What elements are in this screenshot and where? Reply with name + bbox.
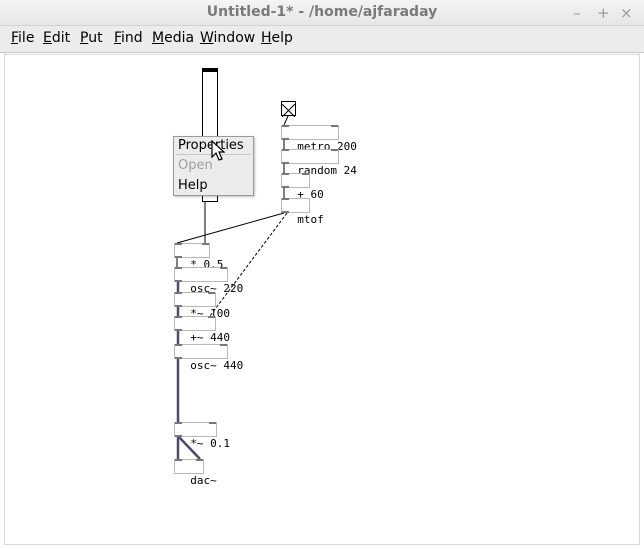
inlet[interactable] [282,198,289,200]
outlet[interactable] [282,211,289,213]
mouse-pointer-icon [211,140,225,161]
signal-multiply-object[interactable]: *~ 100 [174,292,230,320]
signal-inlet[interactable] [175,422,182,424]
signal-inlet[interactable] [175,344,182,346]
inlet[interactable] [175,243,182,245]
patch-connections [176,115,289,460]
osc-440-object[interactable]: osc~ 440 [174,344,243,372]
osc-220-object[interactable]: osc~ 220 [174,267,243,295]
mtof-object[interactable]: mtof [281,198,324,226]
inlet[interactable] [220,344,227,346]
signal-outlet[interactable] [175,435,182,437]
outlet[interactable] [282,186,289,188]
inlet[interactable] [220,267,227,269]
signal-outlet[interactable] [175,329,182,331]
outlet[interactable] [282,138,289,140]
context-menu-open: Open [178,158,213,173]
dac-label: dac~ [190,474,217,487]
inlet[interactable] [208,316,215,318]
inlet[interactable] [282,173,289,175]
inlet[interactable] [331,125,338,127]
outlet[interactable] [282,162,289,164]
connection [283,115,289,126]
inlet[interactable] [209,422,216,424]
signal-inlet[interactable] [175,267,182,269]
inlet[interactable] [282,125,289,127]
inlet[interactable] [302,173,309,175]
gain-label: *~ 0.1 [190,437,230,450]
osc-440-label: osc~ 440 [190,359,244,372]
gain-object[interactable]: *~ 0.1 [174,422,230,450]
outlet[interactable] [175,256,182,258]
bang-gui-icon[interactable] [281,101,296,118]
metro-object[interactable]: metro 200 [281,125,357,153]
inlet[interactable] [331,149,338,151]
bang-cross-icon [281,103,296,118]
dac-object[interactable]: dac~ [174,459,217,487]
inlet[interactable] [208,292,215,294]
signal-inlet[interactable] [175,292,182,294]
signal-inlet[interactable] [175,459,182,461]
signal-outlet[interactable] [175,357,182,359]
context-menu-help[interactable]: Help [178,178,208,193]
signal-inlet[interactable] [175,316,182,318]
multiply-object[interactable]: * 0.5 [174,243,223,271]
slider-knob[interactable] [203,69,217,72]
inlet[interactable] [282,149,289,151]
signal-outlet[interactable] [175,280,182,282]
signal-add-label: +~ 440 [190,331,230,344]
signal-inlet[interactable] [196,459,203,461]
signal-outlet[interactable] [175,305,182,307]
inlet[interactable] [202,243,209,245]
mtof-label: mtof [297,213,324,226]
signal-add-object[interactable]: +~ 440 [174,316,230,344]
random-object[interactable]: random 24 [281,149,357,177]
add-object[interactable]: + 60 [281,173,324,201]
